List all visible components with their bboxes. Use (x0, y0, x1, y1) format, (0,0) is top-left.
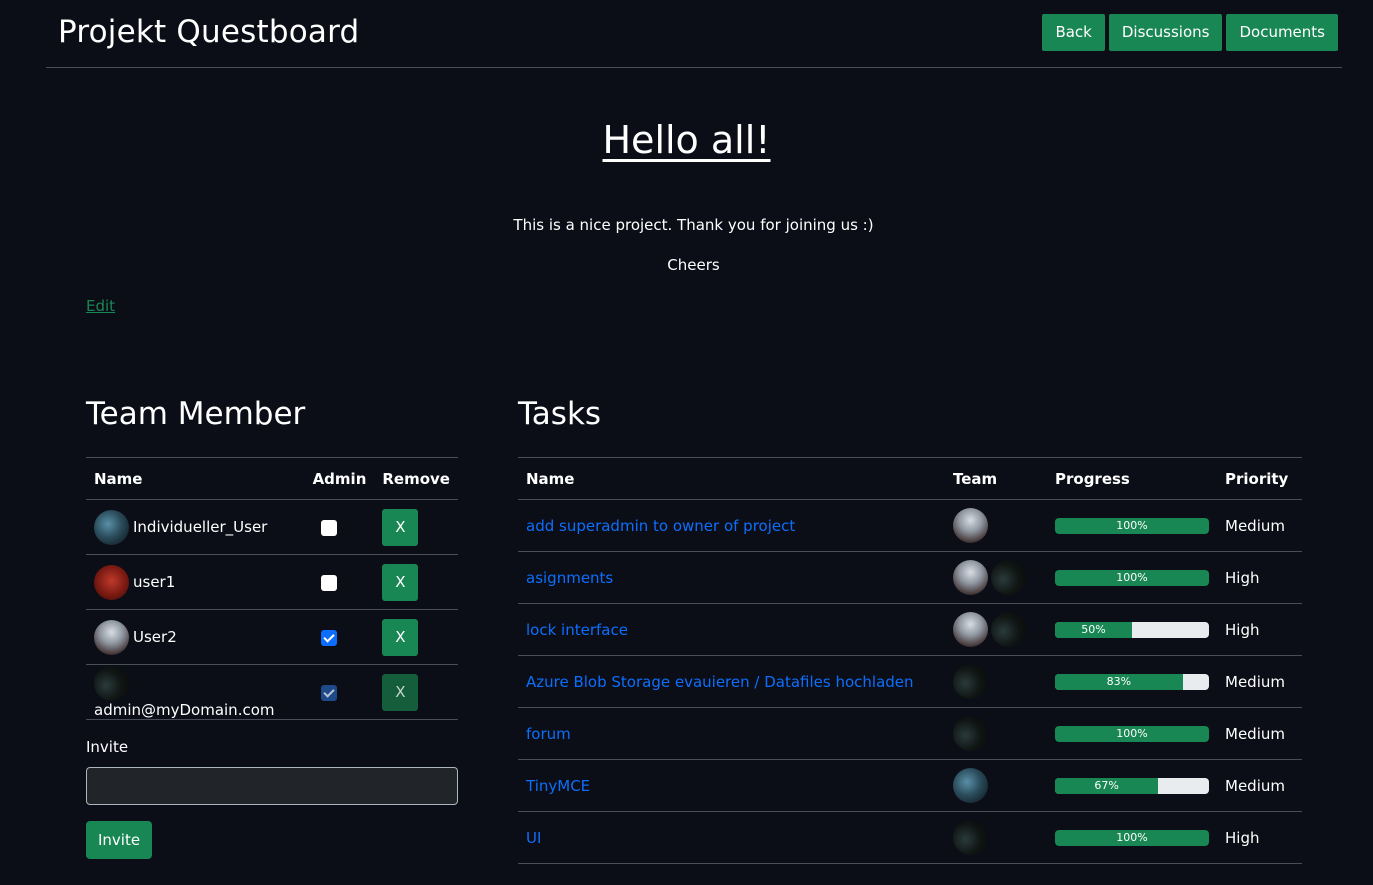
progress-fill: 100% (1055, 569, 1209, 586)
back-button[interactable]: Back (1042, 14, 1105, 51)
task-priority: Medium (1217, 707, 1302, 760)
avatar (991, 612, 1026, 647)
task-priority: Medium (1217, 499, 1302, 552)
table-header-row: Name Team Progress Priority (518, 457, 1302, 500)
task-priority: Medium (1217, 655, 1302, 708)
progress-bar: 100% (1055, 829, 1209, 846)
task-link[interactable]: TinyMCE (526, 777, 590, 795)
avatar (94, 509, 129, 545)
admin-checkbox[interactable] (320, 629, 337, 646)
task-priority: High (1217, 811, 1302, 864)
avatar (94, 564, 129, 600)
welcome-text-line: Cheers (667, 256, 720, 274)
member-name: user1 (133, 572, 176, 591)
avatar (991, 560, 1026, 595)
admin-checkbox[interactable] (320, 519, 337, 536)
avatar (94, 665, 129, 701)
welcome-text-line: This is a nice project. Thank you for jo… (513, 216, 874, 234)
column-header-remove: Remove (374, 457, 458, 500)
table-row: User2 X (86, 609, 458, 665)
team-table: Name Admin Remove Individueller_User X u… (86, 457, 458, 720)
invite-input[interactable] (86, 767, 458, 805)
avatar (953, 768, 988, 803)
page-header: Projekt Questboard Back Discussions Docu… (46, 0, 1342, 68)
remove-member-button[interactable]: X (382, 563, 419, 601)
column-header-team: Team (945, 457, 1047, 500)
avatar (953, 612, 988, 647)
avatar (953, 820, 988, 855)
column-header-name: Name (86, 457, 305, 500)
avatar (953, 664, 988, 699)
table-row: admin@myDomain.com X (86, 664, 458, 720)
tasks-title: Tasks (518, 396, 602, 432)
member-name: User2 (133, 627, 177, 646)
progress-bar: 67% (1055, 777, 1209, 794)
table-row: TinyMCE 67% Medium (518, 759, 1302, 812)
progress-bar: 50% (1055, 621, 1209, 638)
avatar (953, 560, 988, 595)
avatar (94, 619, 129, 655)
team-title: Team Member (86, 396, 306, 432)
task-priority: High (1217, 551, 1302, 604)
task-priority: High (1217, 603, 1302, 656)
progress-bar: 100% (1055, 517, 1209, 534)
table-row: UI 100% High (518, 811, 1302, 864)
member-name: admin@myDomain.com (94, 700, 275, 719)
table-row: asignments 100% High (518, 551, 1302, 604)
table-row: user1 X (86, 554, 458, 610)
discussions-button[interactable]: Discussions (1108, 14, 1223, 51)
progress-fill: 50% (1055, 621, 1132, 638)
invite-button[interactable]: Invite (86, 821, 153, 859)
task-link[interactable]: forum (526, 725, 571, 743)
task-link[interactable]: asignments (526, 569, 613, 587)
table-row: Individueller_User X (86, 499, 458, 555)
table-row: lock interface 50% High (518, 603, 1302, 656)
remove-member-button-disabled: X (382, 673, 419, 711)
task-link[interactable]: UI (526, 829, 541, 847)
progress-fill: 100% (1055, 829, 1209, 846)
member-name: Individueller_User (133, 517, 268, 536)
progress-fill: 100% (1055, 725, 1209, 742)
progress-bar: 100% (1055, 569, 1209, 586)
avatar (953, 508, 988, 543)
progress-fill: 100% (1055, 517, 1209, 534)
tasks-table: Name Team Progress Priority add superadm… (518, 457, 1302, 864)
admin-checkbox-disabled (320, 684, 337, 701)
invite-label: Invite (86, 738, 129, 756)
table-row: Azure Blob Storage evauieren / Datafiles… (518, 655, 1302, 708)
progress-bar: 100% (1055, 725, 1209, 742)
task-link[interactable]: Azure Blob Storage evauieren / Datafiles… (526, 673, 914, 691)
column-header-name: Name (518, 457, 945, 500)
edit-link[interactable]: Edit (86, 297, 115, 315)
remove-member-button[interactable]: X (382, 508, 419, 546)
admin-checkbox[interactable] (320, 574, 337, 591)
nav-buttons: Back Discussions Documents (1042, 14, 1338, 51)
progress-fill: 67% (1055, 777, 1159, 794)
column-header-admin: Admin (304, 457, 375, 500)
column-header-priority: Priority (1217, 457, 1302, 500)
table-row: forum 100% Medium (518, 707, 1302, 760)
progress-bar: 83% (1055, 673, 1209, 690)
welcome-heading: Hello all! (602, 118, 771, 162)
task-link[interactable]: lock interface (526, 621, 628, 639)
avatar (953, 716, 988, 751)
table-header-row: Name Admin Remove (86, 457, 458, 500)
task-priority: Medium (1217, 759, 1302, 812)
documents-button[interactable]: Documents (1226, 14, 1338, 51)
column-header-progress: Progress (1047, 457, 1217, 500)
task-link[interactable]: add superadmin to owner of project (526, 517, 795, 535)
progress-fill: 83% (1055, 673, 1183, 690)
app-title: Projekt Questboard (58, 14, 360, 50)
table-row: add superadmin to owner of project 100% Me… (518, 499, 1302, 552)
remove-member-button[interactable]: X (382, 618, 419, 656)
